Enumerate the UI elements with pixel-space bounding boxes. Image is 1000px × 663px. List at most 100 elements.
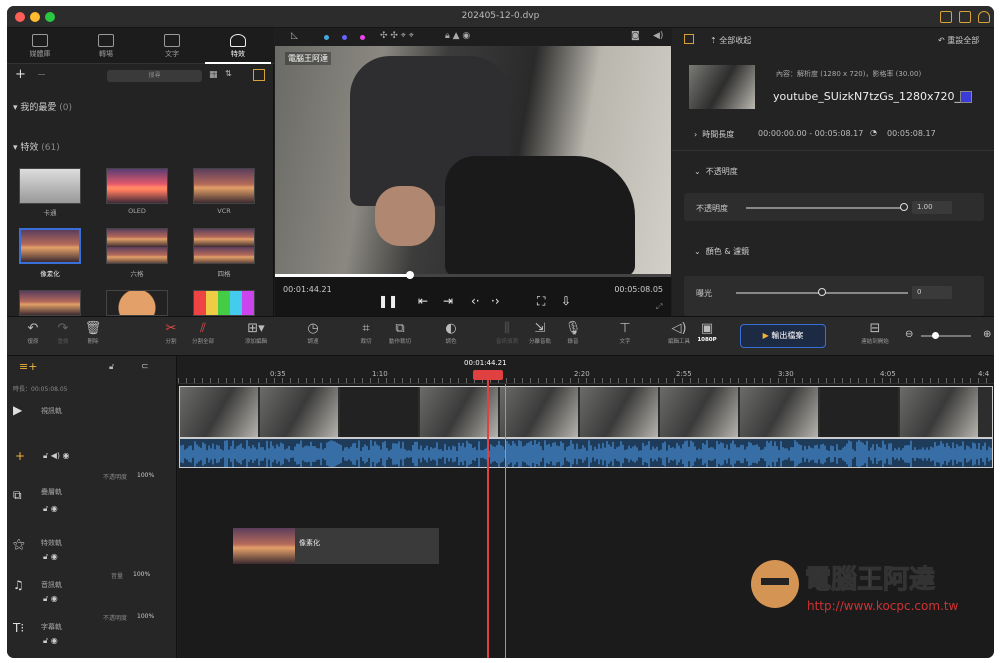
opacity-slider-knob[interactable] — [900, 203, 908, 211]
opacity-section[interactable]: ⌄ 不透明度 — [694, 166, 738, 177]
effect-thumb-six-grid[interactable] — [106, 228, 168, 264]
next-frame-button[interactable]: ·› — [491, 294, 500, 308]
step-forward-button[interactable]: ⇥ — [443, 294, 453, 308]
undo-button[interactable]: ↶ 復原 — [17, 321, 49, 345]
step-back-button[interactable]: ⇤ — [418, 294, 428, 308]
split-audio-button[interactable]: ⇲ 分離音軌 — [524, 321, 556, 345]
video-preview[interactable]: 電腦王阿達 — [275, 46, 671, 276]
marker-blue-icon[interactable] — [342, 35, 347, 40]
marker-cyan-icon[interactable] — [324, 35, 329, 40]
marker-pink-icon[interactable] — [360, 35, 365, 40]
redo-button[interactable]: ↷ 重做 — [47, 321, 79, 345]
snapshot-icon[interactable]: ◙ — [631, 31, 640, 41]
split-all-button[interactable]: ⫽ 分割全部 — [187, 321, 219, 345]
save-icon[interactable] — [940, 11, 952, 23]
audio-detect-button[interactable]: ⫼ 音訊偵測 — [491, 321, 523, 345]
fx-controls[interactable]: 🔓︎ ◉ — [43, 552, 58, 562]
playhead[interactable] — [473, 370, 503, 658]
split-all-label: 分割全部 — [191, 339, 214, 345]
preview-progress[interactable] — [275, 274, 671, 277]
divider — [672, 150, 994, 151]
motion-crop-button[interactable]: ⧉ 動作裁切 — [384, 321, 416, 345]
subtitle-controls[interactable]: 🔓︎ ◉ — [43, 636, 58, 646]
effects-section[interactable]: ▾ 特效 (61) — [13, 140, 60, 153]
tab-transition[interactable]: 轉場 — [73, 28, 139, 64]
microphone-icon: 🎙︎ — [564, 321, 582, 336]
to-start-button[interactable]: ⊟ 連結到開始 — [859, 321, 891, 345]
add-track-icon[interactable]: ≡+ — [19, 360, 37, 373]
sort-icon[interactable]: ⇅ — [225, 69, 232, 78]
fx-clip[interactable]: 像素化 — [233, 528, 439, 564]
zoom-in-icon[interactable]: ⊕ — [983, 329, 991, 340]
progress-knob[interactable] — [405, 271, 414, 279]
tab-text[interactable]: 文字 — [139, 28, 205, 64]
favorites-section[interactable]: ▾ 我的最愛 (0) — [13, 100, 72, 113]
audio-clip[interactable] — [179, 438, 993, 468]
opacity-input[interactable]: 1.00 — [912, 201, 952, 214]
zoom-slider-knob[interactable] — [932, 332, 939, 339]
playhead-handle[interactable] — [473, 370, 503, 380]
add-icon[interactable]: + — [15, 67, 26, 82]
lock-snap-icon[interactable]: 🔒︎ ▲ ◉ — [445, 31, 470, 41]
marker-tools-icon[interactable]: ✣ ✣ ⌖ ⌖ — [380, 31, 414, 41]
effect-thumb-four-grid[interactable] — [193, 228, 255, 264]
audio-controls[interactable]: 🔓︎ ◉ — [43, 594, 58, 604]
inspector-panel-icon[interactable] — [684, 34, 694, 44]
volume-value[interactable]: 100% — [133, 571, 150, 578]
volume-icon[interactable]: ◀) — [653, 31, 663, 41]
panel-toggle-icon[interactable] — [253, 69, 265, 81]
fullscreen-icon[interactable]: ⤢ — [656, 302, 662, 312]
effect-thumb-vcr[interactable] — [193, 168, 255, 204]
notification-icon[interactable] — [978, 11, 990, 23]
track-controls[interactable]: 🔓︎ ◀) ◉ — [43, 451, 70, 461]
zoom-out-icon[interactable]: ⊖ — [905, 329, 913, 340]
add-edit-button[interactable]: ⊞▾ 添加編輯 — [240, 321, 272, 345]
tab-effects[interactable]: 特效 — [205, 28, 271, 64]
reset-all-button[interactable]: ↶ 重設全部 — [938, 35, 979, 46]
grid-view-icon[interactable]: ▦ — [209, 70, 218, 80]
collapse-all-button[interactable]: ⇡ 全部收起 — [710, 35, 751, 46]
prev-frame-button[interactable]: ‹· — [471, 294, 480, 308]
record-button[interactable]: 🎙︎ 錄音 — [557, 321, 589, 345]
ruler-icon[interactable]: ◺ — [291, 31, 298, 41]
speed-button[interactable]: ◷ 調速 — [297, 321, 329, 345]
crop-button[interactable]: ⌗ 裁切 — [350, 321, 382, 345]
resolution-button[interactable]: ▣ 1080P — [691, 321, 723, 343]
tab-media[interactable]: 媒體庫 — [7, 28, 73, 64]
effect-thumb[interactable] — [19, 290, 81, 316]
export-frame-icon[interactable]: ⇩ — [561, 294, 571, 308]
clip-frame — [340, 387, 418, 437]
clip-color-swatch[interactable] — [960, 91, 972, 103]
effect-thumb[interactable] — [193, 290, 255, 316]
pause-button[interactable]: ❚❚ — [378, 294, 398, 308]
fit-icon[interactable]: ⛶ — [537, 294, 545, 309]
time-ruler[interactable]: 0:35 1:10 2:20 2:55 3:30 4:05 4:4 00:01:… — [178, 356, 994, 384]
lock-icon[interactable] — [959, 11, 971, 23]
remove-icon[interactable]: − — [37, 68, 46, 81]
overlay-opacity-value[interactable]: 100% — [137, 472, 154, 479]
effect-thumb-pixelate[interactable] — [19, 228, 81, 264]
magnet-icon[interactable]: ⊂ — [141, 362, 149, 372]
subtitle-opacity-value[interactable]: 100% — [137, 613, 154, 620]
color-section[interactable]: ⌄ 顏色 & 濾鏡 — [694, 246, 749, 257]
video-clip[interactable] — [179, 386, 993, 438]
effect-thumb[interactable] — [106, 290, 168, 316]
split-button[interactable]: ✂ 分割 — [155, 321, 187, 345]
export-button[interactable]: ▶︎ 輸出檔案 — [740, 324, 826, 348]
lock-all-icon[interactable]: 🔓︎ — [109, 362, 114, 372]
search-input[interactable]: 搜尋 — [107, 70, 202, 82]
exposure-slider-knob[interactable] — [818, 288, 826, 296]
zoom-slider[interactable] — [921, 335, 971, 337]
overlay-controls[interactable]: 🔓︎ ◉ — [43, 504, 58, 514]
resolution-icon: ▣ — [700, 321, 714, 336]
exposure-input[interactable]: 0 — [912, 286, 952, 299]
effect-thumb-oled[interactable] — [106, 168, 168, 204]
effect-thumb-cartoon[interactable] — [19, 168, 81, 204]
add-video-icon[interactable]: + — [15, 449, 25, 463]
duration-row[interactable]: › 時間長度 — [694, 129, 734, 140]
delete-button[interactable]: 🗑︎ 刪除 — [77, 321, 109, 345]
text-tool-button[interactable]: ⊤ 文字 — [609, 321, 641, 345]
color-button[interactable]: ◐ 調色 — [435, 321, 467, 345]
opacity-slider[interactable] — [746, 207, 906, 209]
app-window: 202405-12-0.dvp 媒體庫 轉場 文字 特效 + − 搜尋 ▦ ⇅ … — [7, 6, 994, 658]
